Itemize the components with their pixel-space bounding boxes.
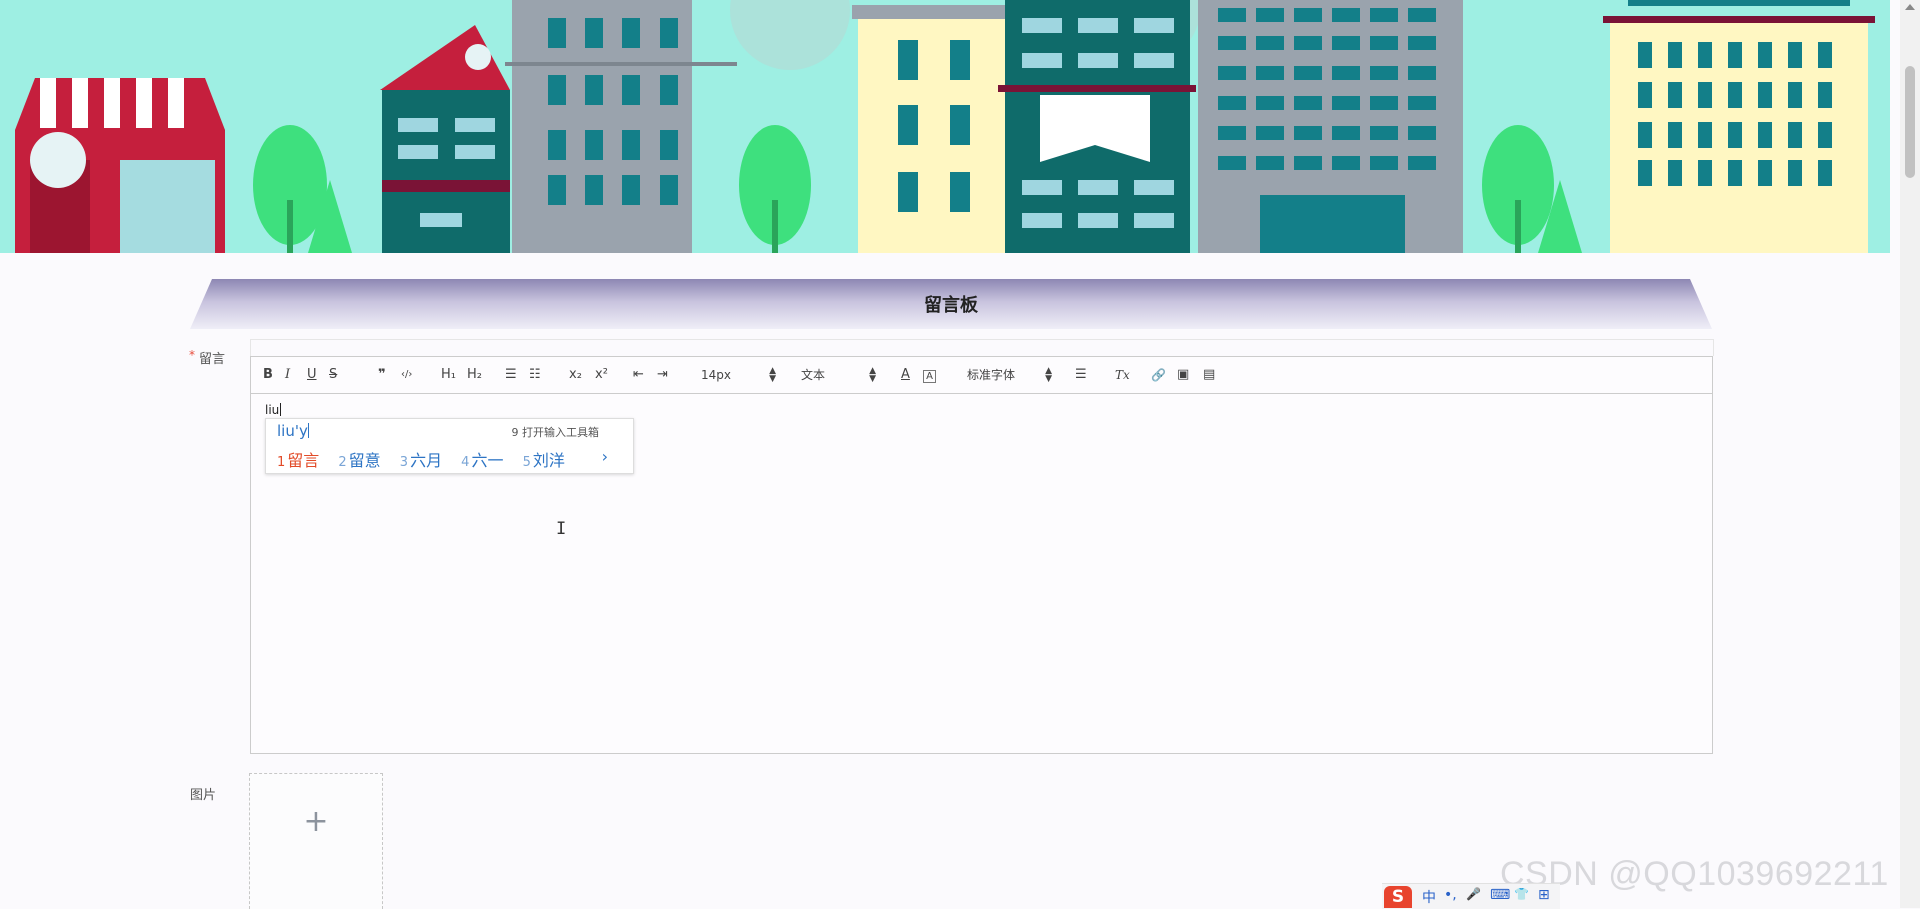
required-mark: * xyxy=(189,348,195,362)
ime-candidate[interactable]: 4 六一 xyxy=(461,451,503,470)
bullet-list-icon[interactable]: ☷ xyxy=(529,365,541,385)
page-scrollbar[interactable] xyxy=(1900,0,1920,908)
ime-composition: liu'y xyxy=(277,422,308,440)
ime-candidate-window: liu'y 9 打开输入工具箱 1 留言 2 留意 3 六月 4 六一 5 刘洋 › xyxy=(265,418,634,474)
ime-next-page-icon[interactable]: › xyxy=(602,447,608,466)
chinese-mode-icon[interactable]: 中 xyxy=(1422,887,1436,907)
code-icon[interactable]: ‹/› xyxy=(401,365,412,385)
editor-toolbar: B I U S ❞ ‹/› H₁ H₂ ☰ ☷ x₂ x² ⇤ ⇥ 14px ▲… xyxy=(251,357,1712,394)
ime-candidates: 1 留言 2 留意 3 六月 4 六一 5 刘洋 xyxy=(277,447,579,471)
font-color-icon[interactable]: A xyxy=(901,365,910,385)
keyboard-icon[interactable]: ⌨ xyxy=(1490,887,1510,903)
rich-text-editor[interactable]: B I U S ❞ ‹/› H₁ H₂ ☰ ☷ x₂ x² ⇤ ⇥ 14px ▲… xyxy=(250,356,1713,754)
text-cursor-icon: I xyxy=(556,519,567,539)
ime-status-bar: S 中 •, 🎤 ⌨ 👕 ⊞ xyxy=(1382,883,1560,909)
outdent-icon[interactable]: ⇤ xyxy=(633,365,644,385)
font-family-select[interactable]: 标准字体 ▲ ▼ xyxy=(967,365,1052,385)
editor-text: liu xyxy=(265,403,280,417)
scrollbar-thumb[interactable] xyxy=(1905,66,1915,178)
video-icon[interactable]: ▤ xyxy=(1203,365,1215,385)
indent-icon[interactable]: ⇥ xyxy=(657,365,668,385)
font-family-value: 标准字体 xyxy=(967,368,1016,382)
image-label: 图片 xyxy=(190,788,217,803)
ime-candidate[interactable]: 5 刘洋 xyxy=(523,451,565,470)
toolbox-icon[interactable]: ⊞ xyxy=(1538,887,1550,903)
city-illustration xyxy=(0,0,1890,253)
editor-top-border xyxy=(250,339,1714,356)
image-upload-box[interactable]: + xyxy=(249,773,383,909)
font-size-value: 14px xyxy=(701,368,731,382)
plus-icon: + xyxy=(303,804,329,839)
select-caret-icon: ▲ ▼ xyxy=(1045,366,1052,384)
microphone-icon[interactable]: 🎤 xyxy=(1466,887,1481,901)
subscript-button[interactable]: x₂ xyxy=(569,365,582,385)
ime-candidate[interactable]: 2 留意 xyxy=(338,451,380,470)
ime-candidate[interactable]: 1 留言 xyxy=(277,451,319,470)
ime-toolbox-link[interactable]: 9 打开输入工具箱 xyxy=(512,424,600,440)
select-caret-icon: ▲ ▼ xyxy=(769,366,776,384)
header-value: 文本 xyxy=(801,368,826,382)
clear-format-icon[interactable]: Tx xyxy=(1115,365,1130,385)
underline-button[interactable]: U xyxy=(307,365,317,385)
page-title: 留言板 xyxy=(924,295,978,316)
superscript-button[interactable]: x² xyxy=(595,365,608,385)
ime-candidate[interactable]: 3 六月 xyxy=(400,451,442,470)
font-size-select[interactable]: 14px ▲ ▼ xyxy=(701,365,776,385)
h1-button[interactable]: H₁ xyxy=(441,365,456,385)
header-select[interactable]: 文本 ▲ ▼ xyxy=(801,365,876,385)
punctuation-icon[interactable]: •, xyxy=(1444,887,1457,903)
link-icon[interactable]: 🔗 xyxy=(1151,365,1166,385)
background-color-icon[interactable]: A xyxy=(923,370,936,383)
align-icon[interactable]: ☰ xyxy=(1075,365,1087,385)
scroll-up-arrow-icon[interactable] xyxy=(1905,4,1915,10)
sogou-logo-icon[interactable]: S xyxy=(1384,886,1412,908)
h2-button[interactable]: H₂ xyxy=(467,365,482,385)
select-caret-icon: ▲ ▼ xyxy=(869,366,876,384)
strike-button[interactable]: S xyxy=(329,365,337,385)
skin-icon[interactable]: 👕 xyxy=(1514,887,1529,901)
ordered-list-icon[interactable]: ☰ xyxy=(505,365,517,385)
header-banner xyxy=(0,0,1890,253)
bold-button[interactable]: B xyxy=(263,365,273,385)
italic-button[interactable]: I xyxy=(285,365,290,385)
quote-icon[interactable]: ❞ xyxy=(378,365,386,385)
message-label: 留言 xyxy=(199,352,226,367)
image-icon[interactable]: ▣ xyxy=(1177,365,1189,385)
